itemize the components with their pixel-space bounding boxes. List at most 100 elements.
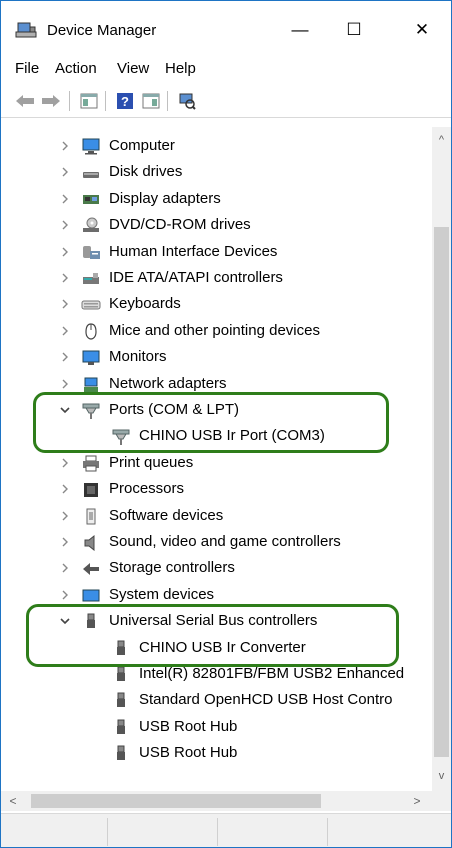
- chevron-right-icon[interactable]: [59, 166, 71, 178]
- keyboard-icon: [81, 295, 101, 313]
- tree-category[interactable]: DVD/CD-ROM drives: [3, 212, 431, 238]
- title-bar[interactable]: Device Manager — ☐ ✕: [1, 1, 451, 51]
- menu-file[interactable]: File: [15, 60, 39, 77]
- chevron-right-icon[interactable]: [59, 193, 71, 205]
- usb-icon: [111, 691, 131, 709]
- usb-icon: [111, 665, 131, 683]
- scan-hardware-icon[interactable]: [177, 92, 197, 110]
- tree-item-label: Software devices: [109, 506, 224, 524]
- tree-category[interactable]: Keyboards: [3, 291, 431, 317]
- chevron-right-icon[interactable]: [59, 351, 71, 363]
- tree-category[interactable]: Computer: [3, 133, 431, 159]
- computer-icon: [81, 137, 101, 155]
- console-tree-icon[interactable]: [79, 92, 99, 110]
- tree-category[interactable]: IDE ATA/ATAPI controllers: [3, 265, 431, 291]
- chevron-right-icon[interactable]: [59, 589, 71, 601]
- chevron-right-icon[interactable]: [59, 536, 71, 548]
- tree-item-label: Storage controllers: [109, 559, 235, 577]
- chevron-right-icon[interactable]: [59, 140, 71, 152]
- printer-icon: [81, 454, 101, 472]
- monitor-icon: [81, 348, 101, 366]
- dvd-drive-icon: [81, 216, 101, 234]
- vertical-scroll-thumb[interactable]: [434, 227, 449, 757]
- tree-category[interactable]: Human Interface Devices: [3, 239, 431, 265]
- ide-controller-icon: [81, 269, 101, 287]
- horizontal-scroll-thumb[interactable]: [31, 794, 321, 808]
- vertical-scrollbar[interactable]: ^ v: [432, 127, 451, 791]
- tree-category[interactable]: Storage controllers: [3, 555, 431, 581]
- help-icon[interactable]: ?: [115, 92, 135, 110]
- chevron-right-icon[interactable]: [59, 272, 71, 284]
- tree-category[interactable]: Software devices: [3, 503, 431, 529]
- ports-highlight-box: [33, 392, 389, 453]
- tree-item-label: Sound, video and game controllers: [109, 533, 341, 550]
- tree-item-label: DVD/CD-ROM drives: [109, 216, 251, 234]
- tree-item-label: System devices: [109, 585, 215, 603]
- mouse-icon: [81, 322, 101, 340]
- maximize-button[interactable]: ☐: [337, 15, 371, 45]
- status-bar: [1, 813, 451, 847]
- chevron-right-icon[interactable]: [59, 562, 71, 574]
- scroll-down-icon[interactable]: v: [432, 767, 451, 785]
- usb-icon: [111, 744, 131, 762]
- scroll-right-icon[interactable]: >: [407, 791, 427, 811]
- tree-category[interactable]: Sound, video and game controllers: [3, 529, 431, 555]
- device-tree[interactable]: Computer Disk drives Display adapters DVD/C…: [3, 127, 431, 787]
- tree-device[interactable]: USB Root Hub: [3, 714, 431, 740]
- tree-item-label: IDE ATA/ATAPI controllers: [109, 269, 283, 286]
- device-manager-app-icon: [15, 22, 37, 38]
- horizontal-scrollbar[interactable]: < >: [1, 791, 432, 811]
- menu-view[interactable]: View: [117, 60, 149, 77]
- tree-category[interactable]: Display adapters: [3, 186, 431, 212]
- tree-item-label: USB Root Hub: [139, 744, 238, 762]
- processor-icon: [81, 480, 101, 498]
- chevron-right-icon[interactable]: [59, 510, 71, 522]
- tree-category[interactable]: Disk drives: [3, 159, 431, 185]
- tree-category[interactable]: Print queues: [3, 450, 431, 476]
- display-adapter-icon: [81, 190, 101, 208]
- tree-device[interactable]: Standard OpenHCD USB Host Contro: [3, 687, 431, 713]
- chevron-right-icon[interactable]: [59, 378, 71, 390]
- menu-help[interactable]: Help: [165, 60, 196, 77]
- back-arrow-icon[interactable]: [15, 92, 35, 110]
- minimize-button[interactable]: —: [283, 15, 317, 45]
- close-button[interactable]: ✕: [405, 15, 439, 45]
- tree-item-label: Computer: [109, 137, 175, 154]
- window-title: Device Manager: [47, 22, 157, 39]
- tree-item-label: Print queues: [109, 453, 194, 471]
- properties-icon[interactable]: [141, 92, 161, 110]
- tree-category[interactable]: Processors: [3, 476, 431, 502]
- tree-item-label: Monitors: [109, 348, 167, 366]
- chevron-right-icon[interactable]: [59, 483, 71, 495]
- scroll-up-icon[interactable]: ^: [432, 131, 451, 149]
- tree-item-label: Processors: [109, 480, 185, 498]
- tree-item-label: Mice and other pointing devices: [109, 321, 320, 339]
- speaker-icon: [81, 533, 101, 552]
- chevron-right-icon[interactable]: [59, 325, 71, 337]
- usb-highlight-box: [26, 604, 399, 667]
- chevron-right-icon[interactable]: [59, 246, 71, 258]
- tree-category[interactable]: Mice and other pointing devices: [3, 318, 431, 344]
- menu-action[interactable]: Action: [55, 60, 97, 77]
- chevron-right-icon[interactable]: [59, 457, 71, 469]
- svg-text:?: ?: [121, 94, 129, 109]
- scroll-left-icon[interactable]: <: [3, 791, 23, 811]
- usb-icon: [111, 718, 131, 736]
- storage-controller-icon: [81, 559, 101, 577]
- system-device-icon: [81, 586, 101, 604]
- menu-bar: File Action View Help: [1, 55, 451, 81]
- tree-item-label: Keyboards: [109, 295, 181, 313]
- tree-item-label: Network adapters: [109, 374, 227, 392]
- tree-item-label: Standard OpenHCD USB Host Contro: [139, 691, 393, 709]
- forward-arrow-icon[interactable]: [41, 92, 61, 110]
- tree-item-label: Intel(R) 82801FB/FBM USB2 Enhanced: [139, 665, 405, 682]
- tree-category[interactable]: Monitors: [3, 344, 431, 370]
- chevron-right-icon[interactable]: [59, 219, 71, 231]
- software-device-icon: [81, 507, 101, 525]
- toolbar: ?: [1, 85, 451, 118]
- tree-item-label: USB Root Hub: [139, 717, 238, 735]
- tree-item-label: Display adapters: [109, 189, 221, 207]
- tree-device[interactable]: USB Root Hub: [3, 740, 431, 766]
- chevron-right-icon[interactable]: [59, 298, 71, 310]
- tree-item-label: Human Interface Devices: [109, 242, 278, 260]
